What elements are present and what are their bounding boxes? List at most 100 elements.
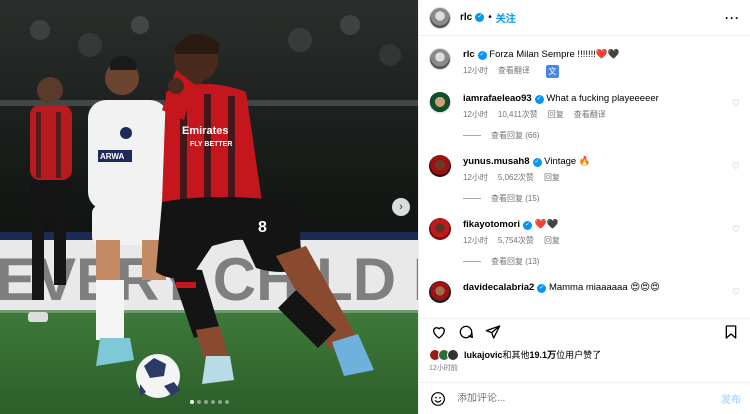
carousel-dot (217, 400, 222, 404)
carousel-dot (203, 400, 208, 404)
like-heart-icon[interactable]: ♡ (732, 224, 740, 235)
reply-button[interactable]: 回复 (544, 235, 560, 246)
view-replies-label: 查看回复 (66) (491, 131, 540, 140)
likes-user[interactable]: lukajovic (464, 350, 503, 360)
replies-line (463, 198, 481, 199)
comment-body: Mamma miaaaaaa 😍😍😍 (548, 282, 660, 293)
comment-body: What a fucking playeeeeer (546, 93, 659, 104)
add-comment-bar: 发布 (419, 382, 750, 414)
carousel-dot (196, 400, 201, 404)
reply-button[interactable]: 回复 (548, 109, 564, 120)
verified-badge-icon: ✓ (534, 95, 544, 104)
likes-suffix: 位用户赞了 (556, 350, 602, 360)
comment-meta: 12小时 5,062次赞 回复 (463, 172, 740, 183)
like-heart-icon[interactable]: ♡ (732, 98, 740, 109)
translate-link[interactable]: 查看翻译 (574, 109, 606, 120)
heart-icon (433, 326, 445, 339)
comment-avatar[interactable] (429, 92, 451, 114)
profile-avatar[interactable] (429, 6, 451, 29)
caption-username[interactable]: rlc (463, 49, 475, 60)
comment-meta: 12小时 5,754次赞 回复 (463, 235, 740, 246)
comment: yunus.musah8 ✓ Vintage 🔥 12小时 5,062次赞 回复 … (429, 155, 740, 204)
reply-button[interactable]: 回复 (544, 172, 560, 183)
comment-likes[interactable]: 5,754次赞 (498, 235, 534, 246)
jersey-number: 8 (258, 219, 267, 236)
like-button[interactable] (429, 322, 449, 342)
comment-time: 12小时 (463, 173, 488, 182)
replies-line (463, 261, 481, 262)
separator-dot: • (488, 12, 492, 23)
comment-body: ❤️🖤 (534, 219, 559, 230)
comment-avatar[interactable] (429, 281, 451, 303)
post-time: 12小时前 (429, 365, 458, 372)
chevron-right-icon: › (399, 200, 403, 213)
save-button[interactable] (721, 322, 741, 342)
likes-summary[interactable]: lukajovic和其他19.1万位用户赞了 (429, 348, 601, 361)
comment-time: 12小时 (463, 236, 488, 245)
post-media[interactable]: EVERY CHILD I ARWA Emirates FLY BETTER 8… (0, 0, 418, 414)
verified-badge-icon: ✓ (477, 51, 487, 60)
verified-badge-icon: ✓ (475, 13, 485, 22)
verified-badge-icon: ✓ (523, 221, 533, 230)
translate-icon[interactable]: 文 (545, 65, 559, 78)
comment-text: davidecalabria2 ✓ Mamma miaaaaaa 😍😍😍 (463, 281, 740, 294)
header-username[interactable]: rlc (460, 12, 472, 23)
comment-username[interactable]: yunus.musah8 (463, 156, 530, 167)
replies-line (463, 135, 481, 136)
emoji-icon (431, 391, 445, 406)
liker-avatars (429, 348, 459, 361)
comment: fikayotomori ✓ ❤️🖤 12小时 5,754次赞 回复 ♡ 查看回复… (429, 218, 740, 267)
caption-time: 12小时 (463, 66, 488, 75)
view-replies-label: 查看回复 (13) (491, 257, 540, 266)
more-options-icon[interactable]: ··· (725, 11, 740, 25)
comment-input[interactable] (457, 393, 721, 404)
follow-button[interactable]: 关注 (496, 10, 516, 25)
view-replies-button[interactable]: 查看回复 (13) (463, 256, 740, 267)
verified-badge-icon: ✓ (532, 158, 542, 167)
comment-icon (459, 325, 473, 338)
caption: rlc ✓ Forza Milan Sempre !!!!!!!❤️🖤 12小时 … (429, 48, 740, 78)
likes-rest: 和其他 (502, 350, 530, 360)
comment-avatar[interactable] (429, 155, 451, 177)
view-replies-label: 查看回复 (15) (491, 194, 540, 203)
svg-text:Emirates: Emirates (182, 125, 228, 137)
caption-text: rlc ✓ Forza Milan Sempre !!!!!!!❤️🖤 (463, 48, 740, 61)
emoji-button[interactable] (429, 390, 447, 408)
post-side-panel: rlc ✓ • 关注 ··· rlc ✓ Forza Milan Sempre !… (418, 0, 750, 414)
carousel-dot (189, 400, 194, 404)
view-replies-button[interactable]: 查看回复 (66) (463, 130, 740, 141)
comment-button[interactable] (456, 322, 476, 342)
bookmark-icon (725, 324, 737, 339)
post-photo: EVERY CHILD I ARWA Emirates FLY BETTER 8 (0, 0, 418, 414)
caption-body: Forza Milan Sempre !!!!!!!❤️🖤 (489, 49, 620, 60)
instagram-post-dialog: EVERY CHILD I ARWA Emirates FLY BETTER 8… (0, 0, 750, 414)
comment-time: 12小时 (463, 110, 488, 119)
comment-avatar[interactable] (429, 218, 451, 240)
comment-text: iamrafaeleao93 ✓ What a fucking playeeeee… (463, 92, 740, 105)
comment-text: fikayotomori ✓ ❤️🖤 (463, 218, 740, 231)
comment-username[interactable]: davidecalabria2 (463, 282, 534, 293)
send-icon (485, 324, 501, 339)
caption-meta: 12小时 查看翻译 文 (463, 65, 740, 78)
translate-link[interactable]: 查看翻译 (498, 65, 530, 78)
caption-avatar[interactable] (429, 48, 451, 70)
view-replies-button[interactable]: 查看回复 (15) (463, 193, 740, 204)
post-header: rlc ✓ • 关注 ··· (419, 0, 750, 36)
comment-likes[interactable]: 5,062次赞 (498, 172, 534, 183)
share-button[interactable] (483, 322, 503, 342)
carousel-dot (210, 400, 215, 404)
comment-likes[interactable]: 10,411次赞 (498, 109, 538, 120)
comment: davidecalabria2 ✓ Mamma miaaaaaa 😍😍😍 ♡ (429, 281, 740, 303)
like-heart-icon[interactable]: ♡ (732, 161, 740, 172)
comment-meta: 12小时 10,411次赞 回复 查看翻译 (463, 109, 740, 120)
comments-list[interactable]: rlc ✓ Forza Milan Sempre !!!!!!!❤️🖤 12小时 … (419, 36, 750, 314)
comment-body: Vintage 🔥 (544, 156, 591, 167)
post-comment-button[interactable]: 发布 (721, 391, 741, 406)
next-image-button[interactable]: › (392, 198, 410, 216)
like-heart-icon[interactable]: ♡ (732, 287, 740, 298)
likes-count[interactable]: 19.1万 (530, 350, 557, 360)
verified-badge-icon: ✓ (537, 284, 547, 293)
comment-username[interactable]: iamrafaeleao93 (463, 93, 532, 104)
svg-text:ARWA: ARWA (100, 152, 125, 161)
comment-username[interactable]: fikayotomori (463, 219, 520, 230)
